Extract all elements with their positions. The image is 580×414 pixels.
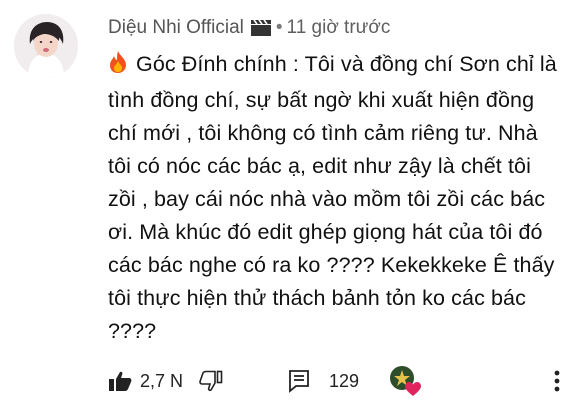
comment-time[interactable]: 11 giờ trước <box>287 17 391 39</box>
more-button[interactable] <box>554 370 560 392</box>
creator-heart-icon <box>389 365 423 397</box>
avatar[interactable] <box>14 14 78 78</box>
comment-body: Góc Đính chính : Tôi và đồng chí Sơn chỉ… <box>108 48 564 348</box>
avatar-icon <box>14 14 78 78</box>
meta-separator: • <box>275 17 283 38</box>
author-name[interactable]: Diệu Nhi Official <box>108 17 244 39</box>
video-clapper-icon <box>250 19 272 37</box>
reply-button[interactable] <box>287 369 311 393</box>
thumbs-down-icon <box>199 370 223 392</box>
like-button[interactable] <box>108 370 132 392</box>
thumbs-up-icon <box>109 371 132 391</box>
reply-icon <box>289 370 309 393</box>
comment-text: Góc Đính chính : Tôi và đồng chí Sơn chỉ… <box>108 52 557 343</box>
comment-actions: 2,7 N 129 <box>108 364 566 398</box>
dislike-button[interactable] <box>199 370 223 392</box>
like-count: 2,7 N <box>140 370 184 391</box>
more-vert-icon <box>554 370 560 392</box>
fire-icon <box>108 50 130 84</box>
comment-header: Diệu Nhi Official • 11 giờ trước <box>108 14 390 42</box>
reply-count[interactable]: 129 <box>329 371 359 392</box>
